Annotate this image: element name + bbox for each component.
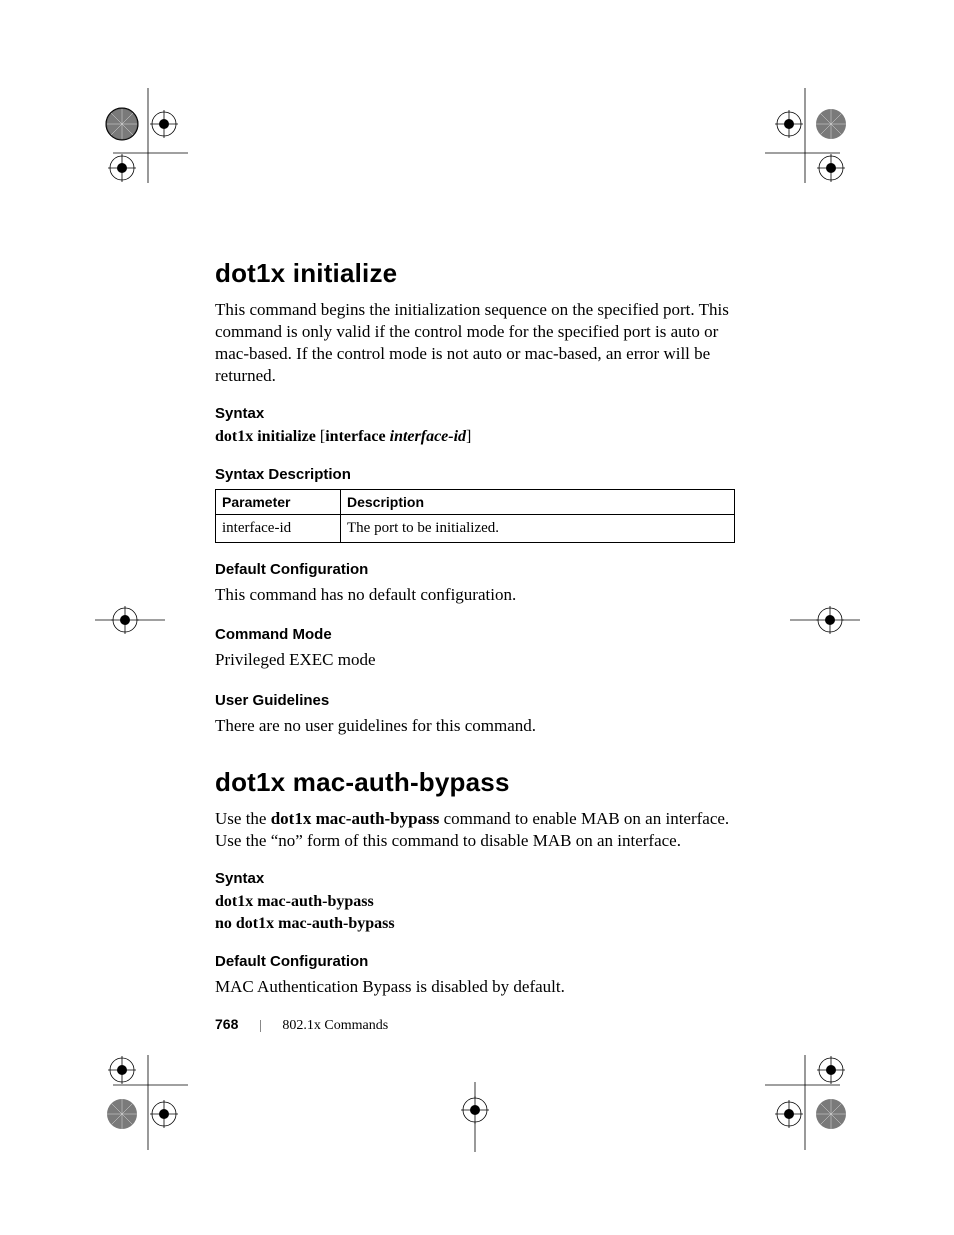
crop-mark-bottom-right <box>765 1040 875 1150</box>
table-header-description: Description <box>341 490 735 515</box>
syntax-italic: interface-id <box>390 428 466 445</box>
table-row: interface-id The port to be initialized. <box>216 515 735 543</box>
syntax-line-2: no dot1x mac-auth-bypass <box>215 915 735 933</box>
crop-mark-bottom-left <box>78 1040 188 1150</box>
section2-default-config-text: MAC Authentication Bypass is disabled by… <box>215 976 735 998</box>
syntax-bracket-open: [ <box>316 428 325 445</box>
default-config-heading: Default Configuration <box>215 561 735 578</box>
syntax-heading: Syntax <box>215 405 735 422</box>
crop-mark-mid-right <box>780 590 860 655</box>
page-content: dot1x initialize This command begins the… <box>215 258 735 1018</box>
table-header-parameter: Parameter <box>216 490 341 515</box>
command-mode-text: Privileged EXEC mode <box>215 649 735 671</box>
crop-mark-top-right <box>765 88 875 198</box>
section1-intro: This command begins the initialization s… <box>215 299 735 387</box>
syntax-command: dot1x initialize [interface interface-id… <box>215 428 735 446</box>
syntax-bold2: interface <box>325 428 389 445</box>
command-mode-heading: Command Mode <box>215 626 735 643</box>
crop-mark-bottom-center <box>445 1082 505 1157</box>
syntax-line-1: dot1x mac-auth-bypass <box>215 893 735 911</box>
section2-syntax-heading: Syntax <box>215 870 735 887</box>
section2-intro-bold: dot1x mac-auth-bypass <box>271 809 440 828</box>
section2-intro: Use the dot1x mac-auth-bypass command to… <box>215 808 735 852</box>
footer-chapter-title: 802.1x Commands <box>282 1018 388 1033</box>
user-guidelines-heading: User Guidelines <box>215 692 735 709</box>
section2-default-config-heading: Default Configuration <box>215 953 735 970</box>
table-cell-param: interface-id <box>216 515 341 543</box>
table-cell-desc: The port to be initialized. <box>341 515 735 543</box>
crop-mark-mid-left <box>95 590 175 655</box>
crop-mark-top-left <box>78 88 188 198</box>
user-guidelines-text: There are no user guidelines for this co… <box>215 715 735 737</box>
syntax2-cmd1: dot1x mac-auth-bypass <box>215 893 374 910</box>
section2-title: dot1x mac-auth-bypass <box>215 767 735 798</box>
section2-intro-p1: Use the <box>215 809 271 828</box>
default-config-text: This command has no default configuratio… <box>215 584 735 606</box>
footer-divider <box>260 1020 261 1032</box>
section1-title: dot1x initialize <box>215 258 735 289</box>
syntax-bold1: dot1x initialize <box>215 428 316 445</box>
parameter-table: Parameter Description interface-id The p… <box>215 489 735 543</box>
page-footer: 768 802.1x Commands <box>215 1016 388 1034</box>
syntax-bracket-close: ] <box>466 428 471 445</box>
page-number: 768 <box>215 1016 238 1032</box>
syntax2-cmd2: no dot1x mac-auth-bypass <box>215 915 395 932</box>
syntax-desc-heading: Syntax Description <box>215 466 735 483</box>
